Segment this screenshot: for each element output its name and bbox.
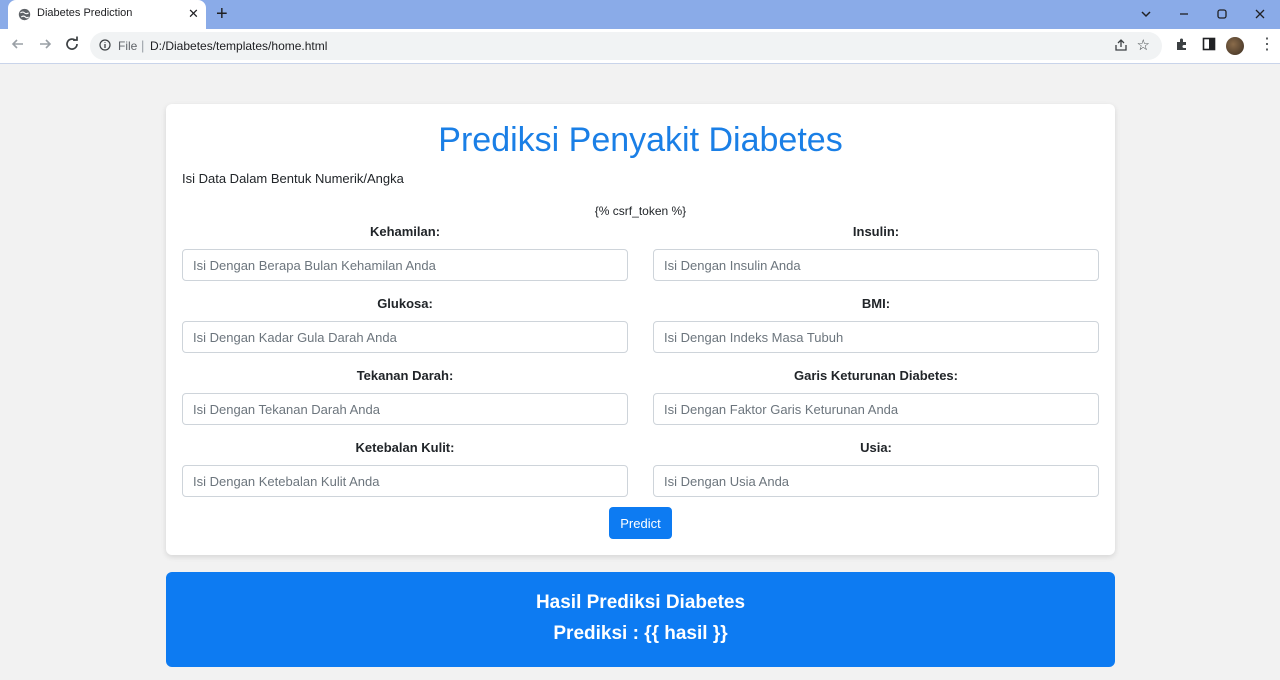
address-bar[interactable]: File | D:/Diabetes/templates/home.html ☆ xyxy=(90,32,1162,60)
back-icon[interactable] xyxy=(10,36,26,52)
sidepanel-icon[interactable] xyxy=(1202,37,1216,51)
globe-icon xyxy=(18,8,31,21)
field-kehamilan: Kehamilan: xyxy=(182,223,628,281)
field-label: BMI: xyxy=(861,296,891,311)
result-value: Prediksi : {{ hasil }} xyxy=(553,623,728,644)
close-window-icon[interactable] xyxy=(1254,8,1266,20)
usia-input[interactable] xyxy=(653,465,1099,497)
ketebalan-kulit-input[interactable] xyxy=(182,465,628,497)
field-tekanan-darah: Tekanan Darah: xyxy=(182,367,628,425)
tab-search-icon[interactable] xyxy=(1140,8,1152,20)
predict-button[interactable]: Predict xyxy=(609,507,672,539)
url-text[interactable]: D:/Diabetes/templates/home.html xyxy=(150,39,327,53)
field-glukosa: Glukosa: xyxy=(182,295,628,353)
field-label: Garis Keturunan Diabetes: xyxy=(794,368,958,383)
field-bmi: BMI: xyxy=(653,295,1099,353)
new-tab-button[interactable]: + xyxy=(216,4,228,24)
field-garis-keturunan: Garis Keturunan Diabetes: xyxy=(653,367,1099,425)
subtitle: Isi Data Dalam Bentuk Numerik/Angka xyxy=(182,171,404,186)
page-title: Prediksi Penyakit Diabetes xyxy=(438,121,843,159)
kehamilan-input[interactable] xyxy=(182,249,628,281)
tab-title: Diabetes Prediction xyxy=(37,7,133,19)
field-label: Kehamilan: xyxy=(369,224,441,239)
field-label: Glukosa: xyxy=(377,296,433,311)
field-label: Ketebalan Kulit: xyxy=(355,440,455,455)
separator: | xyxy=(141,38,145,53)
field-usia: Usia: xyxy=(653,439,1099,497)
glukosa-input[interactable] xyxy=(182,321,628,353)
bmi-input[interactable] xyxy=(653,321,1099,353)
info-icon[interactable] xyxy=(99,39,111,51)
prediction-form-card: Prediksi Penyakit Diabetes Isi Data Dala… xyxy=(166,104,1115,555)
minimize-icon[interactable] xyxy=(1178,8,1190,20)
browser-toolbar: File | D:/Diabetes/templates/home.html ☆ xyxy=(0,29,1280,64)
share-icon[interactable] xyxy=(1114,38,1128,52)
field-label: Usia: xyxy=(860,440,892,455)
reload-icon[interactable] xyxy=(64,36,80,52)
tekanan-darah-input[interactable] xyxy=(182,393,628,425)
star-icon[interactable]: ☆ xyxy=(1137,36,1150,54)
field-insulin: Insulin: xyxy=(653,223,1099,281)
result-panel: Hasil Prediksi Diabetes Prediksi : {{ ha… xyxy=(166,572,1115,667)
field-label: Tekanan Darah: xyxy=(356,368,454,383)
field-label: Insulin: xyxy=(852,224,900,239)
result-title: Hasil Prediksi Diabetes xyxy=(535,592,746,613)
tab-strip: Diabetes Prediction ✕ + xyxy=(0,0,1280,29)
file-label: File xyxy=(118,39,138,53)
tab-diabetes-prediction[interactable]: Diabetes Prediction ✕ xyxy=(8,0,206,29)
tab-close-icon[interactable]: ✕ xyxy=(188,7,199,21)
extensions-icon[interactable] xyxy=(1175,37,1189,51)
field-ketebalan-kulit: Ketebalan Kulit: xyxy=(182,439,628,497)
maximize-icon[interactable] xyxy=(1216,8,1228,20)
csrf-token-text: {% csrf_token %} xyxy=(594,204,687,218)
menu-icon[interactable]: ⋮ xyxy=(1259,36,1275,54)
forward-icon[interactable] xyxy=(37,36,53,52)
insulin-input[interactable] xyxy=(653,249,1099,281)
garis-keturunan-input[interactable] xyxy=(653,393,1099,425)
avatar[interactable] xyxy=(1226,37,1244,55)
